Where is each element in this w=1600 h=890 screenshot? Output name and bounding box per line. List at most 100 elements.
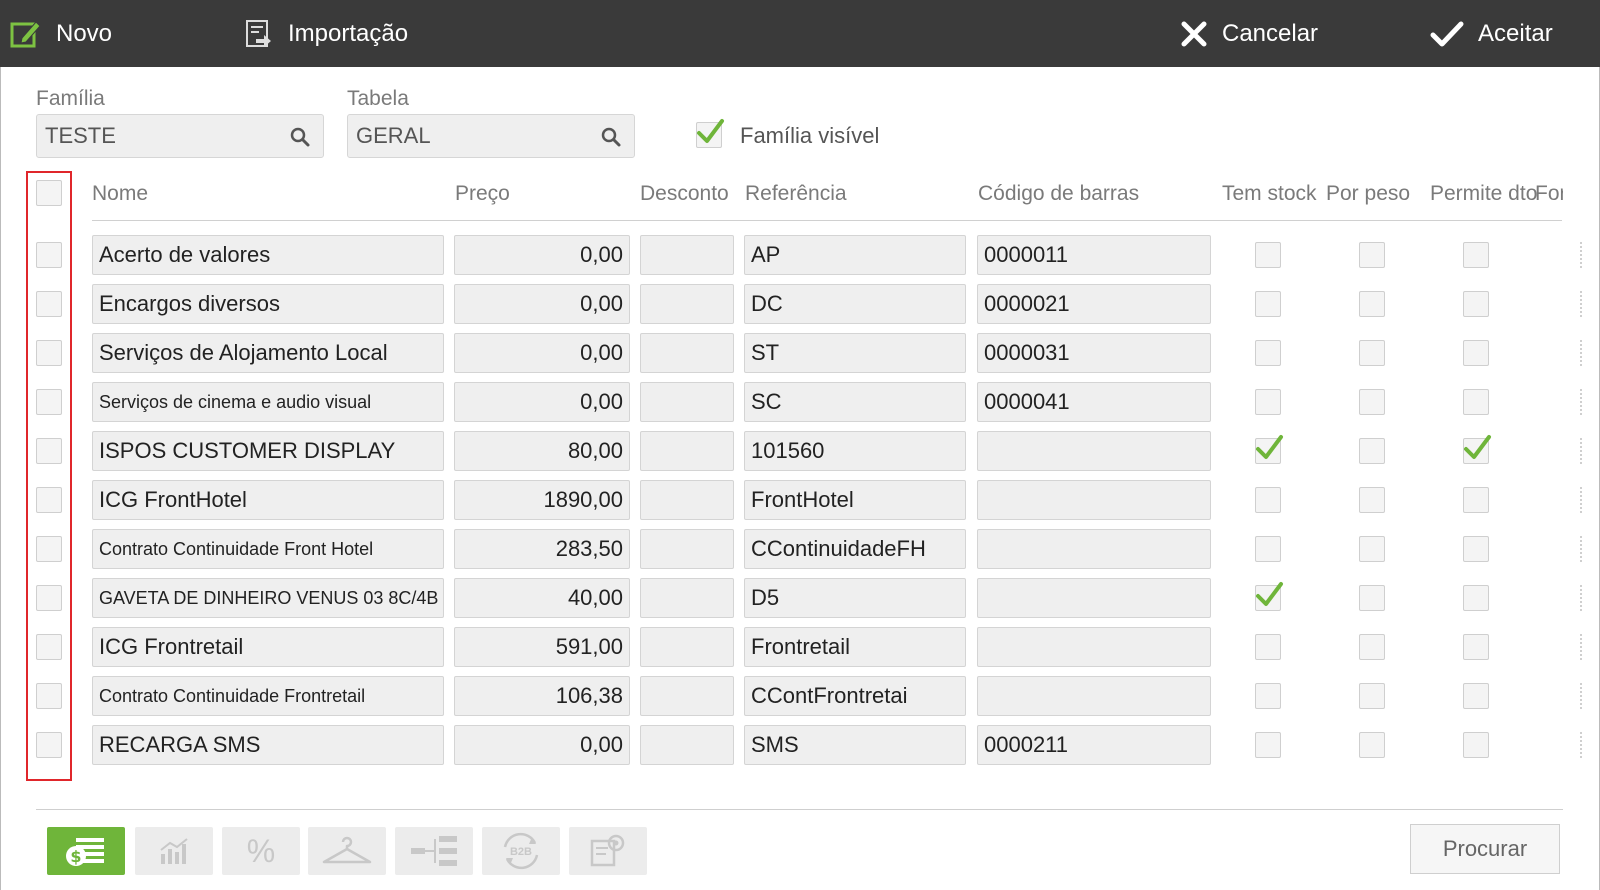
tem-stock-checkbox[interactable] <box>1255 242 1281 268</box>
cell-nome[interactable]: Contrato Continuidade Front Hotel <box>92 529 444 569</box>
por-peso-checkbox[interactable] <box>1359 585 1385 611</box>
col-header-referencia[interactable]: Referência <box>745 182 847 206</box>
tem-stock-checkbox[interactable] <box>1255 435 1283 464</box>
cell-preco[interactable]: 0,00 <box>454 235 630 275</box>
cancelar-button[interactable]: Cancelar <box>1180 0 1318 67</box>
cell-codigo-barras[interactable]: 0000041 <box>977 382 1211 422</box>
col-header-por-peso[interactable]: Por peso <box>1326 182 1410 206</box>
novo-button[interactable]: Novo <box>10 0 112 67</box>
cell-desconto[interactable] <box>640 284 734 324</box>
tabela-input[interactable]: GERAL <box>347 114 635 158</box>
cell-codigo-barras[interactable] <box>977 480 1211 520</box>
permite-dto-checkbox[interactable] <box>1463 634 1489 660</box>
cell-preco[interactable]: 591,00 <box>454 627 630 667</box>
permite-dto-checkbox[interactable] <box>1463 340 1489 366</box>
por-peso-checkbox[interactable] <box>1359 389 1385 415</box>
col-header-permite-dto[interactable]: Permite dto <box>1430 182 1537 206</box>
cell-desconto[interactable] <box>640 627 734 667</box>
procurar-button[interactable]: Procurar <box>1410 824 1560 874</box>
cell-codigo-barras[interactable] <box>977 578 1211 618</box>
cell-preco[interactable]: 0,00 <box>454 725 630 765</box>
cell-desconto[interactable] <box>640 480 734 520</box>
cell-preco[interactable]: 1890,00 <box>454 480 630 520</box>
cell-nome[interactable]: ICG FrontHotel <box>92 480 444 520</box>
tem-stock-checkbox[interactable] <box>1255 582 1283 611</box>
col-header-preco[interactable]: Preço <box>455 182 510 206</box>
cell-codigo-barras[interactable] <box>977 676 1211 716</box>
cell-codigo-barras[interactable] <box>977 627 1211 667</box>
aceitar-button[interactable]: Aceitar <box>1430 0 1553 67</box>
tem-stock-checkbox[interactable] <box>1255 683 1281 709</box>
cell-codigo-barras[interactable] <box>977 529 1211 569</box>
cell-nome[interactable]: GAVETA DE DINHEIRO VENUS 03 8C/4B <box>92 578 444 618</box>
cell-preco[interactable]: 0,00 <box>454 333 630 373</box>
cell-referencia[interactable]: SMS <box>744 725 966 765</box>
cell-desconto[interactable] <box>640 529 734 569</box>
cell-referencia[interactable]: CContinuidadeFH <box>744 529 966 569</box>
tem-stock-checkbox[interactable] <box>1255 487 1281 513</box>
tem-stock-checkbox[interactable] <box>1255 389 1281 415</box>
cell-nome[interactable]: Encargos diversos <box>92 284 444 324</box>
percent-button[interactable]: % <box>222 827 300 875</box>
tem-stock-checkbox[interactable] <box>1255 340 1281 366</box>
cell-desconto[interactable] <box>640 382 734 422</box>
cell-referencia[interactable]: AP <box>744 235 966 275</box>
permite-dto-checkbox[interactable] <box>1463 435 1491 464</box>
por-peso-checkbox[interactable] <box>1359 634 1385 660</box>
familia-input[interactable]: TESTE <box>36 114 324 158</box>
col-header-nome[interactable]: Nome <box>92 182 148 206</box>
permite-dto-checkbox[interactable] <box>1463 389 1489 415</box>
permite-dto-checkbox[interactable] <box>1463 536 1489 562</box>
tem-stock-checkbox[interactable] <box>1255 732 1281 758</box>
tem-stock-checkbox[interactable] <box>1255 291 1281 317</box>
settings-button[interactable] <box>569 827 647 875</box>
por-peso-checkbox[interactable] <box>1359 732 1385 758</box>
familia-visivel-checkbox[interactable] <box>696 119 724 148</box>
col-header-for[interactable]: For <box>1535 182 1563 206</box>
search-icon[interactable] <box>289 126 311 148</box>
por-peso-checkbox[interactable] <box>1359 536 1385 562</box>
chart-button[interactable] <box>135 827 213 875</box>
cell-nome[interactable]: Serviços de Alojamento Local <box>92 333 444 373</box>
por-peso-checkbox[interactable] <box>1359 291 1385 317</box>
col-header-tem-stock[interactable]: Tem stock <box>1222 182 1317 206</box>
tem-stock-checkbox[interactable] <box>1255 536 1281 562</box>
importacao-button[interactable]: Importação <box>244 0 408 67</box>
price-button[interactable]: $ <box>47 827 125 875</box>
cell-referencia[interactable]: FrontHotel <box>744 480 966 520</box>
por-peso-checkbox[interactable] <box>1359 487 1385 513</box>
cell-codigo-barras[interactable] <box>977 431 1211 471</box>
cell-desconto[interactable] <box>640 676 734 716</box>
cell-desconto[interactable] <box>640 431 734 471</box>
permite-dto-checkbox[interactable] <box>1463 585 1489 611</box>
col-header-codigo-barras[interactable]: Código de barras <box>978 182 1139 206</box>
cell-referencia[interactable]: 101560 <box>744 431 966 471</box>
cell-referencia[interactable]: DC <box>744 284 966 324</box>
cell-preco[interactable]: 0,00 <box>454 284 630 324</box>
cell-nome[interactable]: RECARGA SMS <box>92 725 444 765</box>
cell-codigo-barras[interactable]: 0000021 <box>977 284 1211 324</box>
por-peso-checkbox[interactable] <box>1359 438 1385 464</box>
cell-codigo-barras[interactable]: 0000211 <box>977 725 1211 765</box>
cell-codigo-barras[interactable]: 0000011 <box>977 235 1211 275</box>
permite-dto-checkbox[interactable] <box>1463 732 1489 758</box>
por-peso-checkbox[interactable] <box>1359 683 1385 709</box>
por-peso-checkbox[interactable] <box>1359 340 1385 366</box>
cell-preco[interactable]: 0,00 <box>454 382 630 422</box>
cell-preco[interactable]: 80,00 <box>454 431 630 471</box>
permite-dto-checkbox[interactable] <box>1463 242 1489 268</box>
permite-dto-checkbox[interactable] <box>1463 487 1489 513</box>
cell-nome[interactable]: Serviços de cinema e audio visual <box>92 382 444 422</box>
cell-referencia[interactable]: CContFrontretai <box>744 676 966 716</box>
cell-desconto[interactable] <box>640 333 734 373</box>
search-icon[interactable] <box>600 126 622 148</box>
cell-nome[interactable]: Acerto de valores <box>92 235 444 275</box>
hanger-button[interactable] <box>308 827 386 875</box>
cell-nome[interactable]: Contrato Continuidade Frontretail <box>92 676 444 716</box>
permite-dto-checkbox[interactable] <box>1463 291 1489 317</box>
cell-nome[interactable]: ICG Frontretail <box>92 627 444 667</box>
por-peso-checkbox[interactable] <box>1359 242 1385 268</box>
permite-dto-checkbox[interactable] <box>1463 683 1489 709</box>
cell-referencia[interactable]: ST <box>744 333 966 373</box>
cell-nome[interactable]: ISPOS CUSTOMER DISPLAY <box>92 431 444 471</box>
